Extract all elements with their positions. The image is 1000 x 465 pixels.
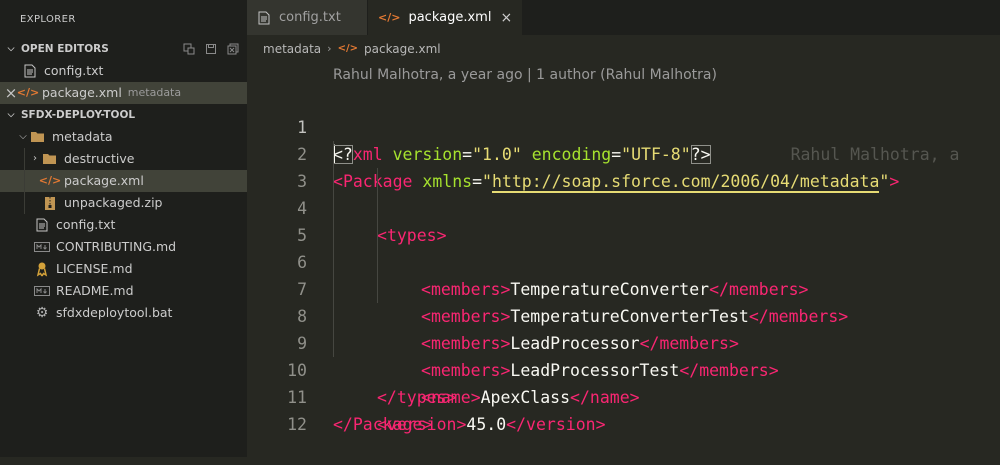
markdown-icon bbox=[34, 283, 50, 299]
indent-guide bbox=[333, 249, 334, 276]
code-line: 10 <version>45.0</version> bbox=[247, 330, 1000, 434]
close-all-icon[interactable] bbox=[227, 43, 239, 55]
zip-file-icon bbox=[42, 195, 58, 211]
file-name: package.xml bbox=[64, 173, 144, 188]
file-name: unpackaged.zip bbox=[64, 195, 163, 210]
indent-guide bbox=[333, 222, 334, 249]
git-blame-codelens[interactable]: Rahul Malhotra, a year ago | 1 author (R… bbox=[333, 64, 717, 86]
close-icon[interactable]: × bbox=[500, 10, 512, 26]
tree-file-config-txt[interactable]: config.txt bbox=[0, 214, 247, 236]
tree-file-license-md[interactable]: LICENSE.md bbox=[0, 258, 247, 280]
indent-guide bbox=[24, 170, 25, 192]
file-name: package.xml bbox=[42, 85, 122, 100]
code-line: 1 <?xml version="1.0" encoding="UTF-8"?>… bbox=[247, 87, 1000, 164]
gear-icon: ⚙ bbox=[35, 305, 49, 321]
version-value: 45.0 bbox=[466, 415, 507, 434]
indent-guide bbox=[333, 303, 334, 330]
explorer-title: EXPLORER bbox=[20, 14, 76, 25]
file-name: LICENSE.md bbox=[56, 261, 133, 276]
xml-file-icon: </> bbox=[38, 174, 62, 187]
file-name: sfdxdeploytool.bat bbox=[56, 305, 173, 320]
chevron-down-icon: ⌵ bbox=[7, 44, 15, 54]
open-editors-actions bbox=[183, 43, 239, 55]
project-label: SFDX-DEPLOY-TOOL bbox=[21, 109, 136, 121]
tab-label: package.xml bbox=[408, 10, 492, 25]
chevron-down-icon: ⌵ bbox=[19, 131, 27, 142]
markdown-icon bbox=[34, 239, 50, 255]
folder-open-icon bbox=[30, 129, 46, 145]
code-line: 3 <types> bbox=[247, 141, 1000, 245]
code-line: 12 bbox=[247, 384, 1000, 434]
file-name: README.md bbox=[56, 283, 134, 298]
open-editor-config-txt[interactable]: config.txt bbox=[0, 60, 247, 82]
breadcrumb: metadata › </> package.xml bbox=[263, 36, 441, 62]
save-all-icon[interactable] bbox=[205, 43, 217, 55]
indent-guide bbox=[24, 192, 25, 214]
indent-guide bbox=[377, 276, 378, 303]
code-line: 2 <Package xmlns="http://soap.sforce.com… bbox=[247, 114, 1000, 193]
indent-guide bbox=[24, 148, 25, 170]
indent-guide bbox=[333, 141, 334, 168]
indent-guide bbox=[333, 195, 334, 222]
code-line: 8 <name>ApexClass</name> bbox=[247, 276, 1000, 407]
code-line: 5 <members>TemperatureConverterTest</mem… bbox=[247, 195, 1000, 326]
tree-file-contributing-md[interactable]: CONTRIBUTING.md bbox=[0, 236, 247, 258]
tree-file-package-xml[interactable]: </> package.xml bbox=[0, 170, 247, 192]
chevron-right-icon: › bbox=[327, 42, 332, 55]
explorer-sidebar: EXPLORER ⌵ OPEN EDITORS config.txt × </>… bbox=[0, 0, 247, 457]
tab-package-xml[interactable]: </> package.xml × bbox=[368, 0, 523, 35]
code-line: 6 <members>LeadProcessor</members> bbox=[247, 222, 1000, 353]
editor-tabs: config.txt </> package.xml × bbox=[247, 0, 1000, 35]
text-file-icon bbox=[22, 63, 38, 79]
code-line: 4 <members>TemperatureConverter</members… bbox=[247, 168, 1000, 299]
file-name: config.txt bbox=[44, 63, 104, 78]
open-editors-header[interactable]: ⌵ OPEN EDITORS bbox=[0, 38, 247, 60]
code-line: 7 <members>LeadProcessorTest</members> bbox=[247, 249, 1000, 380]
tree-folder-metadata[interactable]: ⌵ metadata bbox=[0, 126, 247, 148]
indent-guide bbox=[377, 222, 378, 249]
line-number: 12 bbox=[287, 415, 307, 434]
xml-file-icon: </> bbox=[337, 43, 358, 54]
open-editor-package-xml[interactable]: × </> package.xml metadata bbox=[0, 82, 247, 104]
folder-name: destructive bbox=[64, 151, 135, 166]
tree-folder-destructive[interactable]: › destructive bbox=[0, 148, 247, 170]
indent-guide bbox=[333, 168, 334, 195]
indent-guide bbox=[333, 276, 334, 303]
open-editors-label: OPEN EDITORS bbox=[21, 43, 109, 55]
folder-icon bbox=[42, 151, 58, 167]
text-file-icon bbox=[34, 217, 50, 233]
chevron-right-icon: › bbox=[33, 153, 37, 164]
code-line: 9 </types> bbox=[247, 303, 1000, 407]
xml-file-icon: </> bbox=[16, 86, 40, 99]
indent-guide bbox=[377, 195, 378, 222]
xml-file-icon: </> bbox=[378, 11, 401, 24]
breadcrumb-file[interactable]: package.xml bbox=[364, 36, 441, 62]
indent-guide bbox=[377, 249, 378, 276]
tab-label: config.txt bbox=[279, 10, 341, 25]
tree-file-sfdxdeploytool-bat[interactable]: ⚙ sfdxdeploytool.bat bbox=[0, 302, 247, 324]
indent-guide bbox=[333, 330, 334, 357]
line-content: </Package> bbox=[333, 415, 433, 434]
license-icon bbox=[34, 261, 50, 277]
breadcrumb-folder[interactable]: metadata bbox=[263, 36, 321, 62]
code-line: 11 </Package> bbox=[247, 357, 1000, 434]
indent-guide bbox=[377, 168, 378, 195]
text-file-icon bbox=[257, 11, 271, 25]
chevron-down-icon: ⌵ bbox=[7, 110, 15, 120]
tree-file-unpackaged-zip[interactable]: unpackaged.zip bbox=[0, 192, 247, 214]
code-editor[interactable]: 1 <?xml version="1.0" encoding="UTF-8"?>… bbox=[247, 87, 1000, 434]
folder-name: metadata bbox=[52, 129, 113, 144]
new-untitled-file-icon[interactable] bbox=[183, 43, 195, 55]
tree-file-readme-md[interactable]: README.md bbox=[0, 280, 247, 302]
file-name: config.txt bbox=[56, 217, 116, 232]
file-description: metadata bbox=[127, 86, 182, 99]
project-header[interactable]: ⌵ SFDX-DEPLOY-TOOL bbox=[0, 104, 247, 126]
file-name: CONTRIBUTING.md bbox=[56, 239, 177, 254]
tab-config-txt[interactable]: config.txt bbox=[247, 0, 367, 35]
